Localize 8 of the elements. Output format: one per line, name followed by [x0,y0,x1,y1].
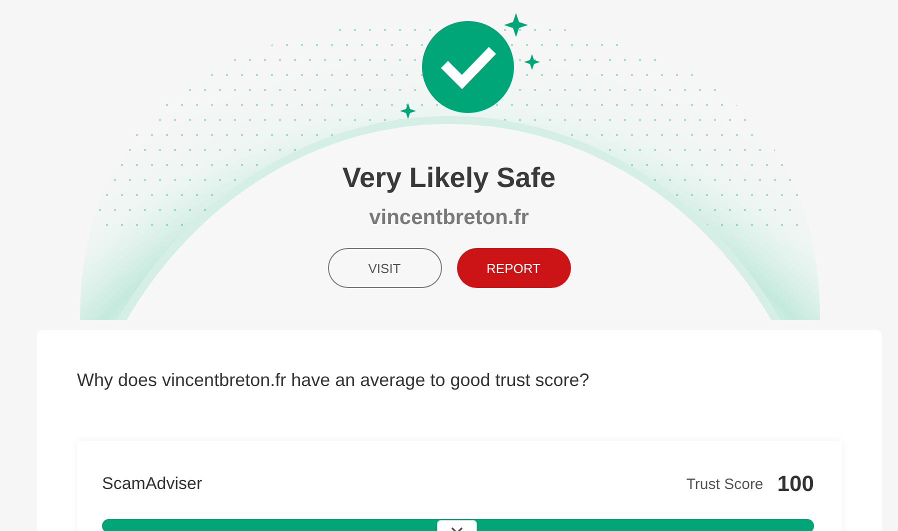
trust-score-label: Trust Score [686,476,764,492]
domain-name: vincentbreton.fr [369,206,529,230]
report-button[interactable]: REPORT [456,248,570,288]
visit-button[interactable]: VISIT [328,248,442,288]
verdict-title: Very Likely Safe [342,161,556,195]
trust-score-value: 100 [777,471,814,497]
trust-question: Why does vincentbreton.fr have an average to good trust score? [77,370,590,391]
source-name: ScamAdviser [102,474,204,494]
